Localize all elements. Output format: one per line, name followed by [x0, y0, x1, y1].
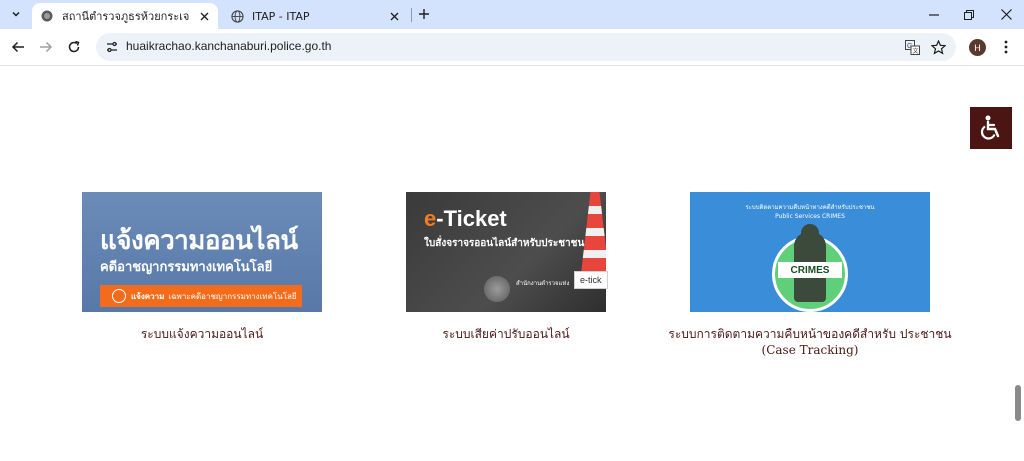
bookmark-star-icon[interactable] — [930, 39, 946, 55]
service-card-case-tracking[interactable]: ระบบติดตามความคืบหน้าทางคดีสำหรับประชาชน… — [668, 192, 952, 358]
card-caption[interactable]: ระบบแจ้งความออนไลน์ — [82, 326, 322, 342]
minimize-icon — [929, 13, 939, 16]
banner-line1: ระบบติดตามความคืบหน้าทางคดีสำหรับประชาชน — [745, 204, 875, 211]
banner-orange-strip: แจ้งความ เฉพาะคดีอาชญากรรมทางเทคโนโลยี — [100, 285, 302, 307]
translate-icon[interactable]: G文 — [904, 39, 920, 55]
service-card-e-ticket[interactable]: e-Ticket ใบสั่งจราจรออนไลน์สำหรับประชาชน… — [406, 192, 606, 342]
page-content: แจ้งความออนไลน์ คดีอาชญากรรมทางเทคโนโลยี… — [0, 67, 1024, 461]
close-icon — [200, 12, 208, 20]
reload-icon — [68, 40, 80, 53]
close-window-button[interactable] — [988, 0, 1024, 29]
address-bar[interactable]: huaikrachao.kanchanaburi.police.go.th G文 — [96, 33, 956, 61]
banner-headline: แจ้งความออนไลน์ — [100, 226, 298, 256]
reload-button[interactable] — [64, 37, 84, 57]
site-favicon-icon — [40, 9, 54, 23]
banner-headline: e-Ticket — [424, 206, 507, 232]
tab-itap[interactable]: ITAP - ITAP — [222, 3, 408, 29]
card-caption[interactable]: ระบบเสียค่าปรับออนไลน์ — [406, 326, 606, 342]
scrollbar-thumb[interactable] — [1015, 385, 1021, 421]
card-caption[interactable]: ระบบการติดตามความคืบหน้าของคดีสำหรับ ประ… — [668, 326, 952, 358]
close-icon — [1000, 9, 1012, 20]
online-report-banner[interactable]: แจ้งความออนไลน์ คดีอาชญากรรมทางเทคโนโลยี… — [82, 192, 322, 312]
headline-rest: -Ticket — [436, 206, 507, 231]
forward-button[interactable] — [36, 37, 56, 57]
url-text: huaikrachao.kanchanaburi.police.go.th — [126, 39, 332, 53]
tab-strip: สถานีตำรวจภูธรห้วยกระเจา – สภ.ห้วยกระเจา… — [0, 0, 1024, 29]
close-tab-button[interactable] — [386, 8, 402, 24]
plus-icon — [419, 9, 429, 19]
image-tooltip: e-tick — [574, 271, 608, 289]
profile-avatar[interactable]: H — [969, 39, 986, 56]
new-tab-button[interactable] — [415, 5, 433, 23]
arrow-right-icon — [40, 41, 53, 53]
tab-search-button[interactable] — [6, 4, 26, 24]
site-settings-icon[interactable] — [104, 39, 120, 55]
tab-police-station[interactable]: สถานีตำรวจภูธรห้วยกระเจา – สภ.ห้วยกระเจา — [32, 3, 218, 29]
crimes-banner[interactable]: ระบบติดตามความคืบหน้าทางคดีสำหรับประชาชน… — [690, 192, 930, 312]
service-card-online-report[interactable]: แจ้งความออนไลน์ คดีอาชญากรรมทางเทคโนโลยี… — [82, 192, 322, 342]
banner-button-label: แจ้งความ — [131, 291, 165, 301]
banner-line2: Public Services CRIMES — [775, 213, 845, 220]
report-icon — [112, 289, 126, 303]
banner-org-text: สำนักงานตำรวจแห่ง — [516, 280, 570, 287]
restore-button[interactable] — [951, 0, 987, 29]
minimize-button[interactable] — [916, 0, 952, 29]
tab-title: ITAP - ITAP — [252, 9, 310, 23]
close-icon — [390, 12, 398, 20]
restore-icon — [964, 9, 974, 20]
accessibility-button[interactable] — [970, 107, 1012, 149]
browser-toolbar: huaikrachao.kanchanaburi.police.go.th G文… — [0, 29, 1024, 66]
back-button[interactable] — [8, 37, 28, 57]
wheelchair-icon — [980, 115, 1000, 140]
tab-title: สถานีตำรวจภูธรห้วยกระเจา – สภ.ห้วยกระเจา — [62, 10, 190, 23]
chevron-down-icon — [12, 11, 20, 17]
headline-e: e — [424, 206, 437, 231]
police-seal-icon — [484, 276, 510, 302]
banner-subline: คดีอาชญากรรมทางเทคโนโลยี — [100, 260, 273, 275]
svg-text:文: 文 — [912, 47, 918, 55]
banner-subline: ใบสั่งจราจรออนไลน์สำหรับประชาชน — [424, 238, 585, 249]
close-tab-button[interactable] — [196, 8, 212, 24]
banner-button-rest: เฉพาะคดีอาชญากรรมทางเทคโนโลยี — [168, 291, 297, 301]
e-ticket-banner[interactable]: e-Ticket ใบสั่งจราจรออนไลน์สำหรับประชาชน… — [406, 192, 606, 312]
browser-menu-button[interactable] — [998, 38, 1014, 56]
vertical-scrollbar[interactable] — [1012, 67, 1024, 461]
tab-divider — [411, 8, 412, 22]
more-vertical-icon — [1004, 40, 1008, 54]
crimes-badge: CRIMES — [778, 262, 842, 278]
arrow-left-icon — [11, 41, 24, 53]
globe-icon — [230, 9, 244, 23]
